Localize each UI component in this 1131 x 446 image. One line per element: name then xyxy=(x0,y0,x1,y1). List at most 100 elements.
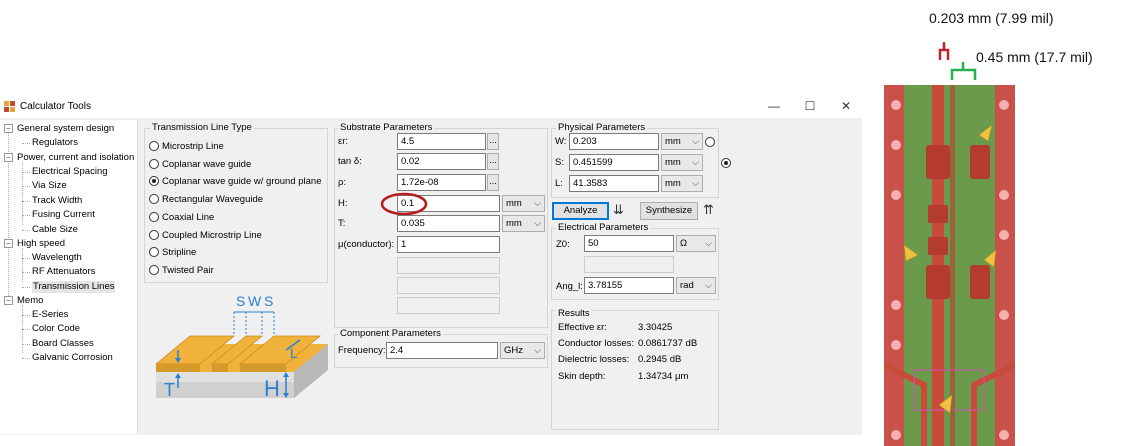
app-icon xyxy=(4,101,15,112)
frequency-label: Frequency: xyxy=(338,345,386,356)
z0-unit-select[interactable]: Ω ⌵ xyxy=(676,235,716,252)
tand-label: tan δ: xyxy=(338,156,362,167)
rho-browse-button[interactable]: ... xyxy=(487,174,499,191)
tree-item-color-code[interactable]: Color Code xyxy=(32,323,80,335)
highlight-circle xyxy=(380,192,428,216)
l-unit-select[interactable]: mm ⌵ xyxy=(661,175,703,192)
h-unit-select[interactable]: mm ⌵ xyxy=(502,195,545,212)
radio-microstrip-line[interactable]: Microstrip Line xyxy=(149,141,224,153)
mu-input[interactable]: 1 xyxy=(397,236,500,253)
s-target-radio[interactable] xyxy=(720,158,731,168)
radio-rectangular-waveguide[interactable]: Rectangular Waveguide xyxy=(149,194,263,206)
diagram-label-h: H xyxy=(264,376,280,401)
tand-browse-button[interactable]: ... xyxy=(487,153,499,170)
tree-item-galvanic-corrosion[interactable]: Galvanic Corrosion xyxy=(32,352,113,364)
pcb-layout-image xyxy=(884,85,1015,446)
electrical-parameters-title: Electrical Parameters xyxy=(556,222,651,233)
skin-depth-value: 1.34734 μm xyxy=(638,371,689,382)
substrate-parameters-title: Substrate Parameters xyxy=(338,122,435,133)
radio-coplanar-wave-guide[interactable]: Coplanar wave guide xyxy=(149,159,251,171)
diagram-label-l: L xyxy=(290,345,298,361)
chevron-down-icon: ⌵ xyxy=(534,345,541,355)
tree-item-rf-attenuators[interactable]: RF Attenuators xyxy=(32,266,95,278)
diagram-label-s2: S xyxy=(264,293,273,309)
empty-field-3 xyxy=(397,297,500,314)
expand-toggle-memo[interactable]: − xyxy=(4,296,13,305)
dielectric-losses-label: Dielectric losses: xyxy=(558,354,630,365)
tree-item-transmission-lines[interactable]: Transmission Lines xyxy=(32,281,116,293)
tree-item-fusing-current[interactable]: Fusing Current xyxy=(32,209,95,221)
w-target-radio[interactable] xyxy=(705,137,715,147)
z0-input[interactable]: 50 xyxy=(584,235,674,252)
tand-input[interactable]: 0.02 xyxy=(397,153,486,170)
tree-item-cable-size[interactable]: Cable Size xyxy=(32,224,78,236)
tree-item-regulators[interactable]: Regulators xyxy=(32,137,78,149)
transmission-line-type-title: Transmission Line Type xyxy=(150,122,254,133)
angl-input[interactable]: 3.78155 xyxy=(584,277,674,294)
expand-toggle-general[interactable]: − xyxy=(4,124,13,133)
close-button[interactable]: ✕ xyxy=(838,99,854,113)
diagram-label-w: W xyxy=(248,293,262,309)
tree-group-high-speed[interactable]: High speed xyxy=(17,238,65,250)
radio-coaxial-line[interactable]: Coaxial Line xyxy=(149,212,214,224)
effective-er-value: 3.30425 xyxy=(638,322,673,333)
rho-label: ρ: xyxy=(338,177,347,188)
radio-twisted-pair[interactable]: Twisted Pair xyxy=(149,265,214,277)
expand-toggle-power[interactable]: − xyxy=(4,153,13,162)
synthesize-button[interactable]: Synthesize xyxy=(640,202,698,220)
frequency-unit-select[interactable]: GHz ⌵ xyxy=(500,342,545,359)
angl-unit-select[interactable]: rad ⌵ xyxy=(676,277,716,294)
frequency-input[interactable]: 2.4 xyxy=(386,342,498,359)
empty-electrical-field xyxy=(584,256,674,273)
tree-item-wavelength[interactable]: Wavelength xyxy=(32,252,82,264)
t-unit-select[interactable]: mm ⌵ xyxy=(502,215,545,232)
tree-item-e-series[interactable]: E-Series xyxy=(32,309,68,321)
er-label: εr: xyxy=(338,136,349,147)
s-input[interactable]: 0.451599 xyxy=(569,154,659,171)
angl-label: Ang_l: xyxy=(556,281,583,292)
synthesize-arrow-icon: ⇈ xyxy=(703,202,714,217)
tree-item-electrical-spacing[interactable]: Electrical Spacing xyxy=(32,166,108,178)
skin-depth-label: Skin depth: xyxy=(558,371,606,382)
conductor-losses-label: Conductor losses: xyxy=(558,338,635,349)
maximize-button[interactable]: ☐ xyxy=(802,99,818,113)
green-dimension-marker xyxy=(950,62,977,80)
tree-item-board-classes[interactable]: Board Classes xyxy=(32,338,94,350)
s-label: S: xyxy=(555,157,564,168)
results-title: Results xyxy=(556,308,592,319)
er-browse-button[interactable]: ... xyxy=(487,133,499,150)
analyze-arrow-icon: ⇊ xyxy=(613,202,624,217)
er-input[interactable]: 4.5 xyxy=(397,133,486,150)
t-input[interactable]: 0.035 xyxy=(397,215,500,232)
chevron-down-icon: ⌵ xyxy=(705,238,712,248)
red-dimension-marker xyxy=(938,42,950,60)
tree-item-track-width[interactable]: Track Width xyxy=(32,195,82,207)
minimize-button[interactable]: — xyxy=(766,99,782,113)
w-unit-select[interactable]: mm ⌵ xyxy=(661,133,703,150)
radio-coupled-microstrip-line[interactable]: Coupled Microstrip Line xyxy=(149,230,262,242)
conductor-losses-value: 0.0861737 dB xyxy=(638,338,698,349)
radio-coplanar-wave-guide-ground[interactable]: Coplanar wave guide w/ ground plane xyxy=(149,176,322,188)
tree-group-power[interactable]: Power, current and isolation xyxy=(17,152,134,164)
s-unit-select[interactable]: mm ⌵ xyxy=(661,154,703,171)
right-dimension-label: 0.45 mm (17.7 mil) xyxy=(976,49,1093,65)
main-panel: Transmission Line Type Microstrip Line C… xyxy=(138,120,862,434)
dielectric-losses-value: 0.2945 dB xyxy=(638,354,682,365)
analyze-button[interactable]: Analyze xyxy=(552,202,609,220)
tree-group-memo[interactable]: Memo xyxy=(17,295,43,307)
effective-er-label: Effective εr: xyxy=(558,322,607,333)
navigation-tree: − General system design Regulators − Pow… xyxy=(0,120,138,434)
tree-group-general[interactable]: General system design xyxy=(17,123,114,135)
expand-toggle-high-speed[interactable]: − xyxy=(4,239,13,248)
rho-input[interactable]: 1.72e-08 xyxy=(397,174,486,191)
chevron-down-icon: ⌵ xyxy=(692,136,699,146)
w-input[interactable]: 0.203 xyxy=(569,133,659,150)
h-label: H: xyxy=(338,198,348,209)
radio-stripline[interactable]: Stripline xyxy=(149,247,196,259)
diagram-label-t: T xyxy=(164,380,175,400)
l-input[interactable]: 41.3583 xyxy=(569,175,659,192)
chevron-down-icon: ⌵ xyxy=(705,280,712,290)
tree-item-via-size[interactable]: Via Size xyxy=(32,180,67,192)
t-label: T: xyxy=(338,218,346,229)
empty-field-1 xyxy=(397,257,500,274)
